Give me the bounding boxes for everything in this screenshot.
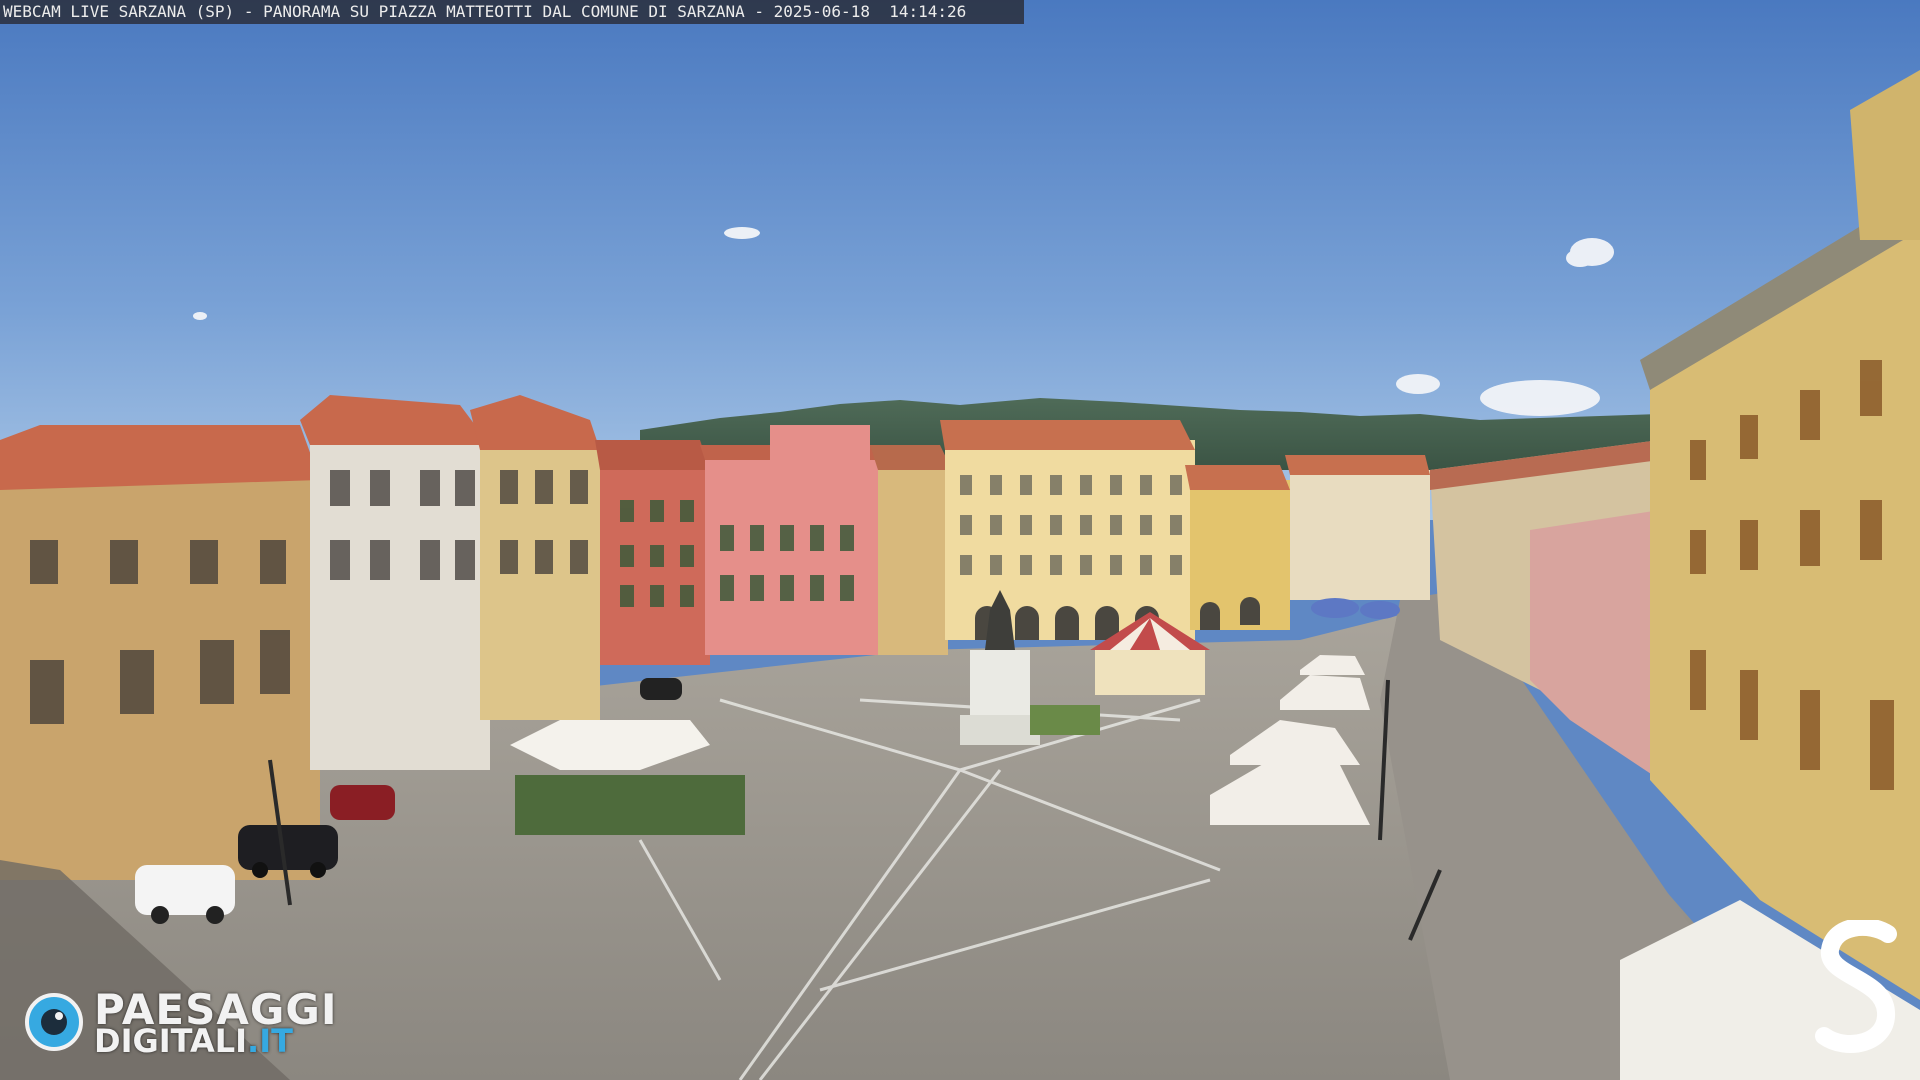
- piazza-panorama-image: [0, 0, 1920, 1080]
- s-logo-icon: [1815, 920, 1897, 1053]
- logo-text-tld: .IT: [247, 1022, 293, 1060]
- paesaggi-digitali-logo: PAESAGGI DIGITALI.IT: [24, 988, 336, 1060]
- webcam-frame: WEBCAM LIVE SARZANA (SP) - PANORAMA SU P…: [0, 0, 1920, 1080]
- logo-text-digitali: DIGITALI: [94, 1022, 248, 1060]
- logo-text-sub: DIGITALI.IT: [94, 1024, 293, 1058]
- webcam-caption: WEBCAM LIVE SARZANA (SP) - PANORAMA SU P…: [0, 0, 1024, 24]
- eye-icon: [25, 993, 83, 1051]
- far-street-buildings: [1285, 455, 1430, 600]
- central-buildings: [595, 425, 952, 665]
